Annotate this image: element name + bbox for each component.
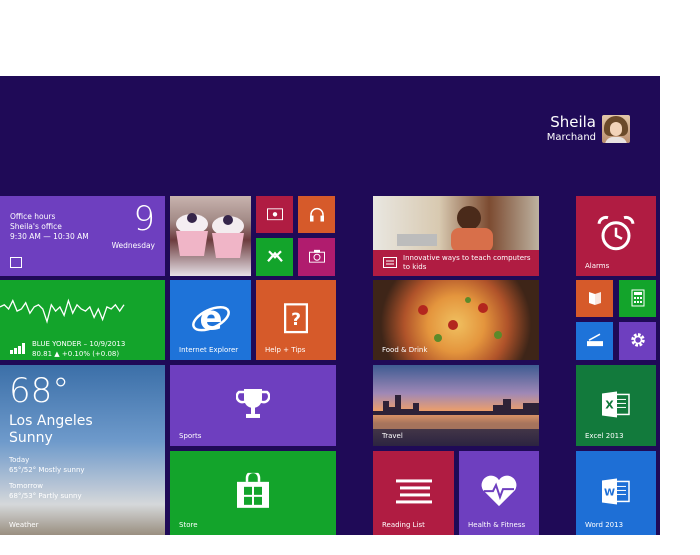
games-tile[interactable] <box>256 238 293 276</box>
calendar-icon <box>10 257 22 268</box>
stock-chart <box>0 298 125 324</box>
calculator-tile[interactable] <box>619 280 656 317</box>
avatar[interactable] <box>602 115 630 143</box>
book-icon <box>588 291 601 305</box>
svg-text:?: ? <box>291 310 301 330</box>
svg-text:X: X <box>605 398 614 411</box>
headphones-icon <box>309 207 324 222</box>
user-account[interactable]: Sheila Marchand <box>510 114 630 144</box>
word-icon: W <box>602 478 630 505</box>
health-fitness-tile[interactable]: Health & Fitness <box>459 451 539 535</box>
reading-list-tile[interactable]: Reading List <box>373 451 454 535</box>
excel-tile[interactable]: X Excel 2013 <box>576 365 656 446</box>
weather-city: Los Angeles <box>9 413 93 429</box>
user-last-name: Marchand <box>546 132 596 143</box>
reader-tile[interactable] <box>576 280 613 317</box>
word-label: Word 2013 <box>585 521 624 529</box>
finance-ticker: BLUE YONDER – 10/9/2013 <box>32 340 126 348</box>
alarms-tile[interactable]: Alarms <box>576 196 656 276</box>
reading-list-icon <box>395 479 432 504</box>
camera-icon <box>308 249 325 263</box>
weather-tomorrow-label: Tomorrow <box>9 482 43 490</box>
help-label: Help + Tips <box>265 346 306 354</box>
scanner-tile[interactable] <box>576 322 613 360</box>
svg-text:W: W <box>604 487 615 498</box>
calendar-day: Wednesday <box>111 241 155 250</box>
photos-tile[interactable] <box>170 196 251 276</box>
weather-tomorrow: 68°/53° Partly sunny <box>9 492 82 500</box>
news-headline: Innovative ways to teach computers to ki… <box>403 254 531 271</box>
weather-today: 65°/52° Mostly sunny <box>9 466 85 474</box>
weather-label: Weather <box>9 521 39 529</box>
xbox-icon <box>266 250 283 263</box>
food-drink-label: Food & Drink <box>382 346 428 354</box>
excel-icon: X <box>602 390 630 417</box>
sports-label: Sports <box>179 432 202 440</box>
weather-today-label: Today <box>9 456 30 464</box>
music-tile[interactable] <box>298 196 335 233</box>
calendar-event-location: Sheila's office <box>10 222 62 231</box>
start-screen: Sheila Marchand Office hours Sheila's of… <box>0 76 660 535</box>
settings-tile[interactable] <box>619 322 656 360</box>
gear-icon <box>630 333 645 347</box>
internet-explorer-tile[interactable]: e Internet Explorer <box>170 280 251 360</box>
chart-icon <box>10 343 25 354</box>
finance-change: 80.81 ▲ +0.10% (+0.08) <box>32 350 120 358</box>
word-tile[interactable]: W Word 2013 <box>576 451 656 535</box>
ie-label: Internet Explorer <box>179 346 239 354</box>
ie-icon: e <box>191 299 230 337</box>
weather-tile[interactable]: 68° Los Angeles Sunny Today 65°/52° Most… <box>0 365 165 535</box>
news-photo <box>397 206 493 252</box>
camera-tile[interactable] <box>298 238 335 276</box>
health-label: Health & Fitness <box>468 521 526 529</box>
store-tile[interactable]: Store <box>170 451 336 535</box>
calendar-tile[interactable]: Office hours Sheila's office 9:30 AM — 1… <box>0 196 165 276</box>
video-tile[interactable] <box>256 196 293 233</box>
weather-condition: Sunny <box>9 430 53 446</box>
trophy-icon <box>236 388 270 418</box>
help-tips-tile[interactable]: ? Help + Tips <box>256 280 336 360</box>
calendar-event-time: 9:30 AM — 10:30 AM <box>10 232 89 241</box>
alarms-label: Alarms <box>585 262 610 270</box>
calendar-event-title: Office hours <box>10 212 56 221</box>
cupcake-photo <box>176 213 244 258</box>
store-label: Store <box>179 521 198 529</box>
food-drink-tile[interactable]: Food & Drink <box>373 280 539 360</box>
news-icon <box>383 257 397 268</box>
alarm-icon <box>597 215 635 251</box>
user-first-name: Sheila <box>550 113 596 131</box>
help-icon: ? <box>284 303 308 334</box>
excel-label: Excel 2013 <box>585 432 624 440</box>
calendar-date: 9 <box>133 199 155 239</box>
reading-list-label: Reading List <box>382 521 425 529</box>
sports-tile[interactable]: Sports <box>170 365 336 446</box>
travel-label: Travel <box>382 432 403 440</box>
calculator-icon <box>631 288 644 306</box>
video-icon <box>266 207 283 220</box>
news-tile[interactable]: Innovative ways to teach computers to ki… <box>373 196 539 276</box>
travel-tile[interactable]: Travel <box>373 365 539 446</box>
finance-tile[interactable]: BLUE YONDER – 10/9/2013 80.81 ▲ +0.10% (… <box>0 280 165 360</box>
weather-temperature: 68° <box>9 371 70 411</box>
store-icon <box>237 472 269 508</box>
heart-icon <box>481 475 517 507</box>
scanner-icon <box>586 333 603 347</box>
